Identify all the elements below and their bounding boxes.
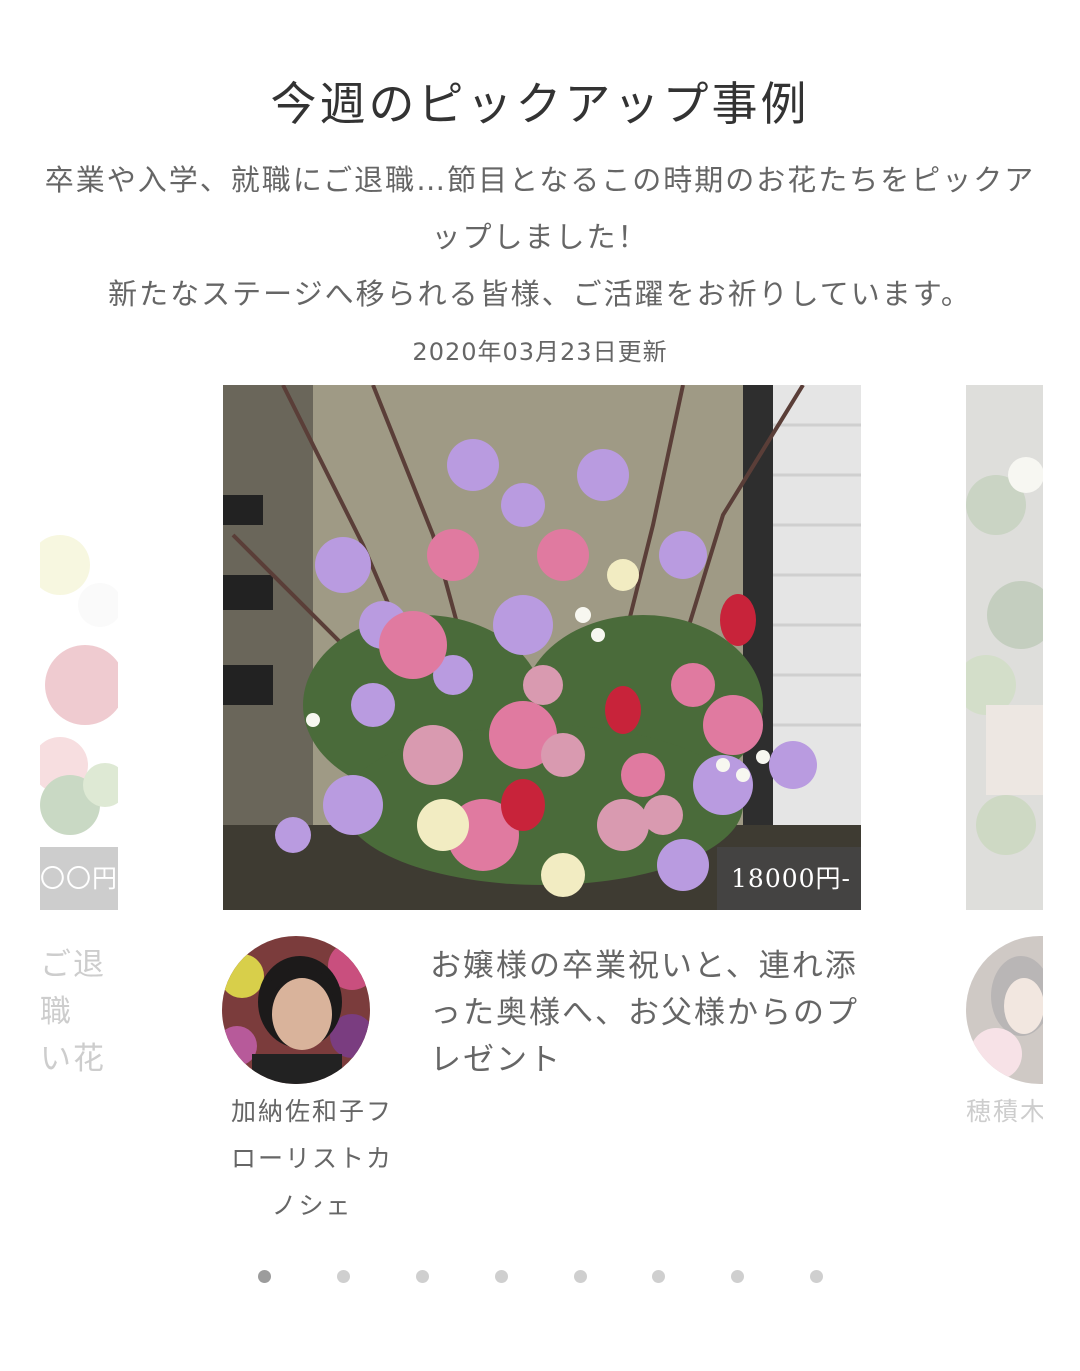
current-caption[interactable]: お嬢様の卒業祝いと、連れ添った奥様へ、お父様からのプレゼント [430, 943, 870, 1084]
pagination-dot-8[interactable] [810, 1270, 823, 1283]
florist-name[interactable]: 加納佐和子フローリストカノシェ [222, 1088, 402, 1229]
current-slide-image[interactable]: 18000円- [223, 385, 861, 910]
section-description: 卒業や入学、就職にご退職…節目となるこの時期のお花たちをピックアップしました！ … [40, 152, 1040, 323]
flower-photo-prev [40, 385, 118, 910]
pagination-dot-7[interactable] [731, 1270, 744, 1283]
florist-photo [222, 936, 370, 1084]
florist-avatar[interactable] [222, 936, 370, 1084]
prev-caption[interactable]: ご退職 い花 [40, 942, 120, 1083]
flower-photo-next [966, 385, 1043, 910]
prev-slide-image[interactable]: 〇〇円- [40, 385, 118, 910]
updated-date: 2020年03月23日更新 [412, 338, 668, 366]
next-slide-image[interactable] [966, 385, 1043, 910]
pagination-dot-1[interactable] [258, 1270, 271, 1283]
pagination-dot-5[interactable] [574, 1270, 587, 1283]
section-title: 今週のピックアップ事例 [270, 77, 810, 131]
pagination-dot-3[interactable] [416, 1270, 429, 1283]
next-florist-avatar[interactable] [966, 936, 1043, 1084]
pagination-dot-4[interactable] [495, 1270, 508, 1283]
description-line-2: 新たなステージへ移られる皆様、ご活躍をお祈りしています。 [108, 277, 972, 311]
flower-photo-current [223, 385, 861, 910]
pickup-section: 今週のピックアップ事例 卒業や入学、就職にご退職…節目となるこの時期のお花たちを… [0, 0, 1080, 1371]
pagination-dot-6[interactable] [652, 1270, 665, 1283]
pagination-dot-2[interactable] [337, 1270, 350, 1283]
description-line-1: 卒業や入学、就職にご退職…節目となるこの時期のお花たちをピックアップしました！ [44, 163, 1036, 254]
prev-price-tag: 〇〇円- [40, 847, 118, 910]
carousel-pagination [0, 1270, 1080, 1286]
next-florist-photo [966, 936, 1043, 1084]
next-florist-name[interactable]: 穂積木 [966, 1088, 1043, 1135]
current-price-tag: 18000円- [717, 847, 861, 910]
